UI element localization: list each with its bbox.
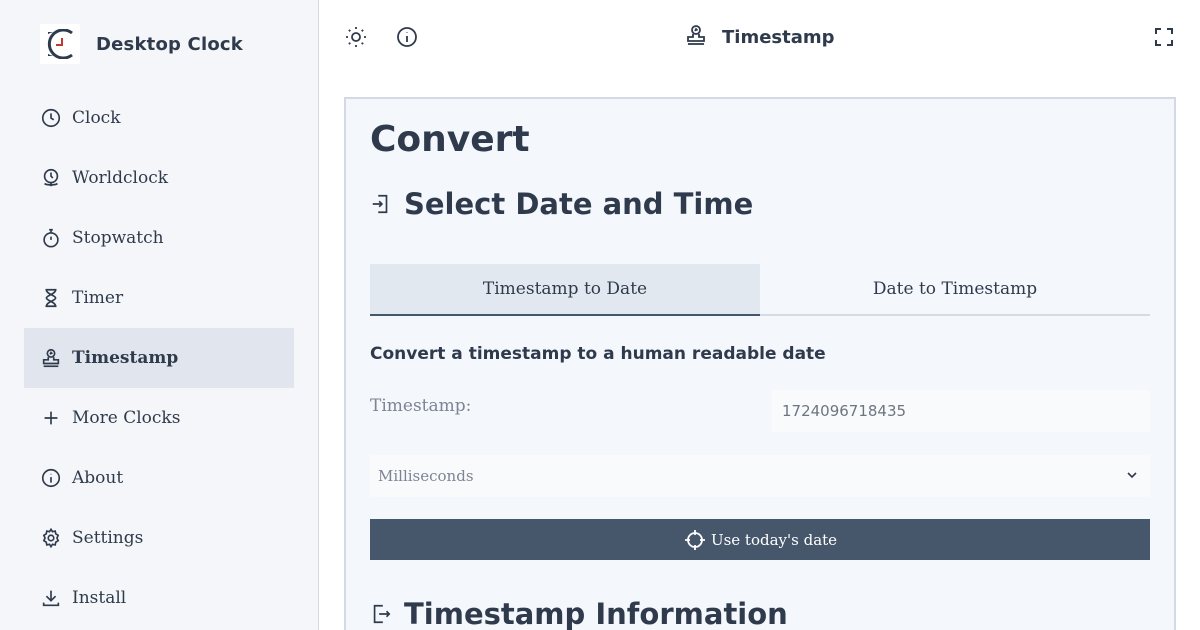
- sidebar-item-timer[interactable]: Timer: [24, 268, 294, 328]
- globe-clock-icon: [40, 167, 62, 189]
- unit-select-value: Milliseconds: [378, 467, 474, 485]
- page-title: Timestamp: [684, 22, 835, 52]
- timestamp-information-heading: Timestamp Information: [370, 597, 788, 630]
- timestamp-label: Timestamp:: [370, 396, 472, 416]
- brand[interactable]: Desktop Clock: [40, 24, 243, 64]
- plus-icon: [40, 407, 62, 429]
- clock-icon: [40, 107, 62, 129]
- conversion-tabs: Timestamp to Date Date to Timestamp: [370, 264, 1150, 316]
- sidebar-item-stopwatch[interactable]: Stopwatch: [24, 208, 294, 268]
- info-button-icon[interactable]: [395, 25, 419, 49]
- convert-subheading: Convert a timestamp to a human readable …: [370, 344, 826, 364]
- sidebar-item-settings[interactable]: Settings: [24, 508, 294, 568]
- sidebar-item-label: Timestamp: [72, 348, 179, 368]
- sidebar-item-label: More Clocks: [72, 408, 181, 428]
- chevron-down-icon: [1127, 472, 1137, 479]
- sidebar-item-about[interactable]: About: [24, 448, 294, 508]
- sidebar-item-install[interactable]: Install: [24, 568, 294, 628]
- sidebar-item-label: Settings: [72, 528, 144, 548]
- timestamp-input[interactable]: [772, 390, 1150, 432]
- sign-in-icon: [372, 194, 388, 214]
- sidebar-item-more-clocks[interactable]: More Clocks: [24, 388, 294, 448]
- fullscreen-icon[interactable]: [1152, 25, 1176, 49]
- sign-out-icon: [373, 604, 391, 624]
- convert-card: Convert Select Date and Time Timestamp t…: [344, 97, 1176, 630]
- tab-timestamp-to-date[interactable]: Timestamp to Date: [370, 264, 760, 316]
- page-title-text: Timestamp: [722, 26, 835, 48]
- sidebar-nav: Clock Worldclock Stopwatch Timer Timesta…: [24, 88, 294, 628]
- sidebar: Desktop Clock Clock Worldclock Stopwatch…: [0, 0, 319, 630]
- sidebar-item-label: About: [72, 468, 124, 488]
- gear-icon: [40, 527, 62, 549]
- theme-toggle-sun-icon[interactable]: [344, 25, 368, 49]
- use-today-button[interactable]: Use today's date: [370, 519, 1150, 560]
- section-title: Select Date and Time: [404, 187, 754, 221]
- info-title: Timestamp Information: [404, 597, 788, 630]
- sidebar-item-timestamp[interactable]: Timestamp: [24, 328, 294, 388]
- info-icon: [40, 467, 62, 489]
- stopwatch-icon: [40, 227, 62, 249]
- crosshair-icon: [684, 529, 705, 550]
- stamp-icon: [684, 22, 708, 52]
- use-today-label: Use today's date: [710, 530, 838, 549]
- unit-select[interactable]: Milliseconds: [370, 455, 1150, 497]
- tab-date-to-timestamp[interactable]: Date to Timestamp: [760, 264, 1150, 316]
- hourglass-icon: [40, 287, 62, 309]
- sidebar-item-label: Stopwatch: [72, 228, 164, 248]
- sidebar-item-label: Timer: [72, 288, 124, 308]
- select-date-time-heading: Select Date and Time: [370, 187, 753, 221]
- app-name: Desktop Clock: [96, 33, 243, 55]
- sidebar-item-clock[interactable]: Clock: [24, 88, 294, 148]
- download-icon: [40, 587, 62, 609]
- stamp-icon: [40, 347, 62, 369]
- sidebar-item-label: Worldclock: [72, 168, 169, 188]
- sidebar-item-label: Clock: [72, 108, 121, 128]
- sidebar-item-label: Install: [72, 588, 127, 608]
- top-bar: Timestamp: [320, 0, 1200, 74]
- convert-heading: Convert: [370, 119, 530, 160]
- sidebar-item-worldclock[interactable]: Worldclock: [24, 148, 294, 208]
- app-logo-icon: [40, 24, 80, 64]
